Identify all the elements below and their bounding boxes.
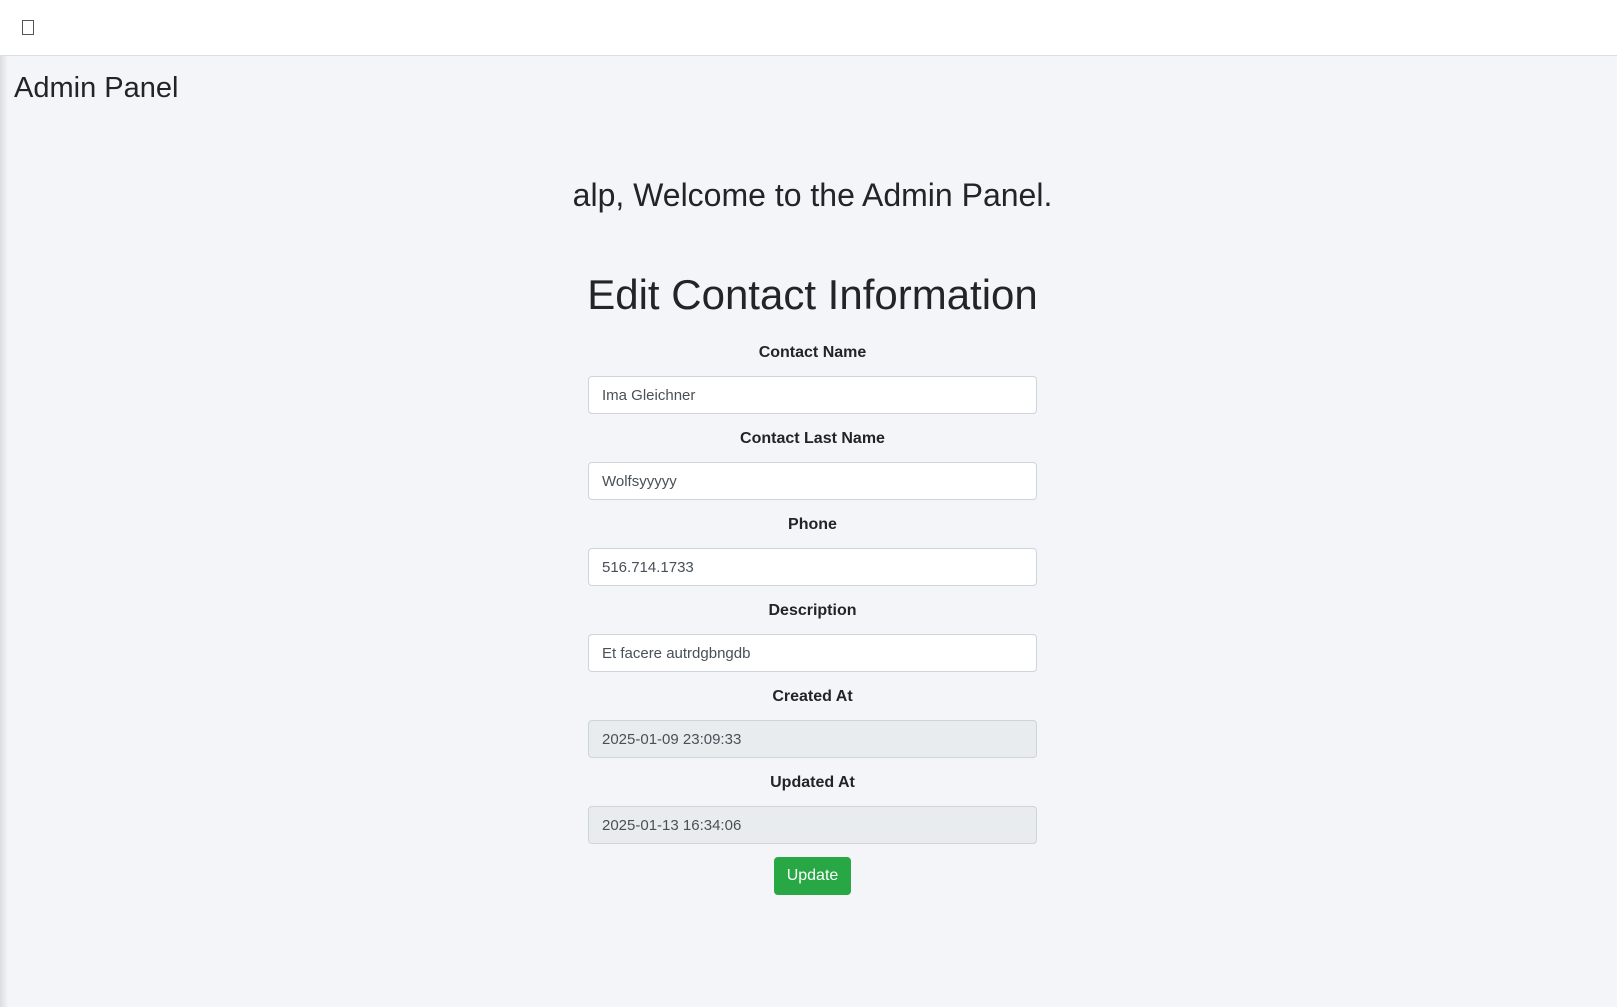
brand-title: Admin Panel	[14, 72, 179, 104]
contact-name-label: Contact Name	[758, 344, 867, 361]
phone-label: Phone	[788, 516, 837, 533]
top-navbar	[0, 0, 1617, 56]
updated-at-field	[588, 806, 1037, 844]
contact-last-name-group: Contact Last Name	[588, 429, 1037, 515]
contact-last-name-label: Contact Last Name	[740, 430, 885, 447]
updated-at-label: Updated At	[770, 774, 855, 791]
menu-toggle-icon[interactable]	[22, 20, 34, 35]
description-group: Description	[588, 601, 1037, 687]
updated-at-group: Updated At	[588, 773, 1037, 859]
edit-contact-form: Contact Name Contact Last Name Phone Des…	[588, 343, 1037, 895]
sidebar-edge-shadow	[0, 0, 8, 1007]
contact-last-name-input[interactable]	[588, 462, 1037, 500]
contact-name-group: Contact Name	[588, 343, 1037, 429]
update-button[interactable]: Update	[774, 857, 851, 895]
created-at-label: Created At	[772, 688, 853, 705]
phone-group: Phone	[588, 515, 1037, 601]
contact-name-input[interactable]	[588, 376, 1037, 414]
phone-input[interactable]	[588, 548, 1037, 586]
page-title: Edit Contact Information	[587, 271, 1038, 318]
created-at-field	[588, 720, 1037, 758]
description-label: Description	[768, 602, 857, 619]
description-input[interactable]	[588, 634, 1037, 672]
created-at-group: Created At	[588, 687, 1037, 773]
submit-row: Update	[588, 857, 1037, 895]
welcome-message: alp, Welcome to the Admin Panel.	[572, 177, 1053, 213]
